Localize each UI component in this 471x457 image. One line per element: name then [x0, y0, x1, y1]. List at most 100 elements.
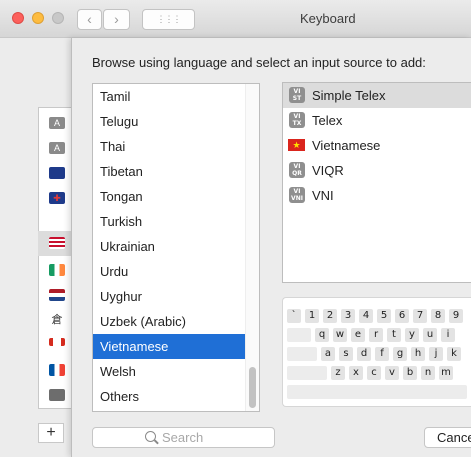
keyboard-key-blank — [287, 328, 311, 342]
keyboard-key: k — [447, 347, 461, 361]
input-source-label: VIQR — [312, 163, 344, 178]
letter-icon: A — [49, 117, 65, 129]
keyboard-key: z — [331, 366, 345, 380]
keyboard-key-space — [287, 385, 467, 399]
input-source-label: Vietnamese — [312, 138, 381, 153]
keyboard-key: j — [429, 347, 443, 361]
keyboard-key: 4 — [359, 309, 373, 323]
keyboard-key: x — [349, 366, 363, 380]
language-item[interactable]: Ukrainian — [93, 234, 259, 259]
canada-flag-icon — [49, 338, 65, 346]
keyboard-key-blank — [287, 366, 327, 380]
vi-vni-icon: VI VNI — [289, 187, 305, 203]
keyboard-key: 7 — [413, 309, 427, 323]
keyboard-key: w — [333, 328, 347, 342]
keyboard-key: 8 — [431, 309, 445, 323]
show-all-button[interactable]: ⋮⋮⋮ — [142, 9, 195, 30]
ireland-flag-icon — [49, 264, 65, 276]
keyboard-key: c — [367, 366, 381, 380]
window-title: Keyboard — [300, 11, 356, 26]
mongolian-icon — [49, 389, 65, 401]
add-input-source-sheet: Browse using language and select an inpu… — [71, 38, 471, 457]
language-list[interactable]: Tamil Telugu Thai Tibetan Tongan Turkish… — [92, 83, 260, 412]
forward-button[interactable]: › — [103, 9, 130, 30]
keyboard-key: 1 — [305, 309, 319, 323]
zoom-button[interactable] — [52, 12, 64, 24]
keyboard-key: m — [439, 366, 453, 380]
input-source-viqr[interactable]: VI QR VIQR — [283, 158, 471, 183]
keyboard-key: y — [405, 328, 419, 342]
language-item[interactable]: Tibetan — [93, 159, 259, 184]
australia-flag-icon — [49, 167, 65, 179]
vi-qr-icon: VI QR — [289, 162, 305, 178]
vi-tx-icon: VI TX — [289, 112, 305, 128]
cancel-button[interactable]: Cance — [424, 427, 471, 448]
keyboard-key: e — [351, 328, 365, 342]
input-source-telex[interactable]: VI TX Telex — [283, 108, 471, 133]
keyboard-key: i — [441, 328, 455, 342]
language-item[interactable]: Uyghur — [93, 284, 259, 309]
keyboard-key: t — [387, 328, 401, 342]
keyboard-key: n — [421, 366, 435, 380]
input-source-label: VNI — [312, 188, 334, 203]
minimize-button[interactable] — [32, 12, 44, 24]
france-flag-icon — [49, 364, 65, 376]
keyboard-key: s — [339, 347, 353, 361]
vi-st-icon: VI ST — [289, 87, 305, 103]
keyboard-key: 2 — [323, 309, 337, 323]
keyboard-key: 6 — [395, 309, 409, 323]
keyboard-key: a — [321, 347, 335, 361]
keyboard-key: v — [385, 366, 399, 380]
language-list-scrollbar[interactable] — [245, 84, 259, 411]
keyboard-key: u — [423, 328, 437, 342]
keyboard-key: 5 — [377, 309, 391, 323]
keyboard-key: f — [375, 347, 389, 361]
title-bar: ‹ › ⋮⋮⋮ Keyboard — [0, 0, 471, 38]
keyboard-key: 3 — [341, 309, 355, 323]
grid-icon: ⋮⋮⋮ — [156, 14, 182, 24]
keyboard-key: h — [411, 347, 425, 361]
back-button[interactable]: ‹ — [77, 9, 102, 30]
language-item[interactable]: Welsh — [93, 359, 259, 384]
chevron-left-icon: ‹ — [87, 11, 92, 27]
keyboard-key: ` — [287, 309, 301, 323]
input-source-vietnamese[interactable]: ★ Vietnamese — [283, 133, 471, 158]
vietnam-flag-icon: ★ — [288, 139, 305, 151]
input-source-vni[interactable]: VI VNI VNI — [283, 183, 471, 208]
language-item-selected[interactable]: Vietnamese — [93, 334, 259, 359]
keyboard-key-blank — [287, 347, 317, 361]
language-item[interactable]: Tamil — [93, 84, 259, 109]
letter-icon: A — [49, 142, 65, 154]
keyboard-key: 9 — [449, 309, 463, 323]
keyboard-key: b — [403, 366, 417, 380]
input-source-label: Simple Telex — [312, 88, 386, 103]
close-button[interactable] — [12, 12, 24, 24]
sheet-prompt: Browse using language and select an inpu… — [92, 55, 426, 70]
scrollbar-thumb[interactable] — [249, 367, 256, 408]
language-item[interactable]: Telugu — [93, 109, 259, 134]
keyboard-key: r — [369, 328, 383, 342]
cangjie-icon: 倉 — [49, 314, 65, 326]
plus-icon: + — [46, 424, 56, 441]
language-item[interactable]: Turkish — [93, 209, 259, 234]
language-item[interactable]: Others — [93, 384, 259, 409]
search-field[interactable]: Search — [92, 427, 275, 448]
language-item[interactable]: Uzbek (Arabic) — [93, 309, 259, 334]
language-item[interactable]: Urdu — [93, 259, 259, 284]
input-source-label: Telex — [312, 113, 343, 128]
chevron-right-icon: › — [114, 11, 119, 27]
keyboard-key: q — [315, 328, 329, 342]
keyboard-key: d — [357, 347, 371, 361]
search-icon — [145, 431, 156, 442]
input-source-list[interactable]: VI ST Simple Telex VI TX Telex ★ Vietnames… — [282, 82, 471, 283]
language-item[interactable]: Tongan — [93, 184, 259, 209]
netherlands-flag-icon — [49, 289, 65, 301]
us-flag-icon — [49, 237, 65, 249]
search-placeholder: Search — [162, 430, 204, 445]
uk-flag-icon: ✚ — [49, 192, 65, 204]
keyboard-preview: ` 1 2 3 4 5 6 7 8 9 q w e r t y u i a s d f g h j k z x c v b n m — [282, 297, 471, 407]
input-source-simple-telex[interactable]: VI ST Simple Telex — [283, 83, 471, 108]
keyboard-key: g — [393, 347, 407, 361]
language-item[interactable]: Thai — [93, 134, 259, 159]
add-input-source-button[interactable]: + — [38, 423, 64, 443]
